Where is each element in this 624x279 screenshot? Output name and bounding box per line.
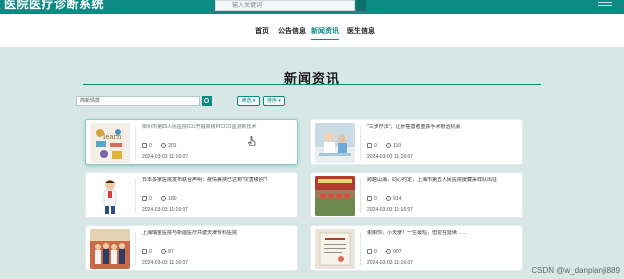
news-card[interactable]: learn 柳州市第四人民医院ICU开展高级PICCO监测新技术 0 201 2… [85, 119, 298, 165]
news-stats: 0 907 [367, 249, 402, 255]
news-date: 2024-03-03 11:16:07 [367, 260, 414, 266]
view-icon [386, 143, 392, 148]
news-thumbnail [90, 176, 130, 216]
nav-item-notices[interactable]: 公告信息 [278, 28, 306, 36]
news-date: 2024-03-03 11:16:07 [142, 154, 189, 160]
nav-item-home[interactable]: 首页 [255, 28, 269, 36]
header-search-button[interactable] [356, 0, 366, 11]
sort-button[interactable]: 排序 ▾ [263, 96, 285, 106]
news-title[interactable]: 上海瑞金医院与新疆医疗共建天津专科医院 [142, 230, 294, 237]
search-button[interactable] [202, 96, 212, 106]
nav-item-doctors[interactable]: 医生信息 [347, 28, 375, 36]
news-title[interactable]: 谢谢你，小天使！一生最短，但爱在延续…… [367, 230, 519, 237]
like-icon [367, 143, 372, 148]
site-brand[interactable]: 医院医疗诊断系统 [4, 0, 104, 11]
news-title[interactable]: 日本多家医院发布联合声明：疫情裹挟已达到"灾害级别"！ [142, 177, 294, 184]
view-icon [161, 196, 167, 201]
news-stats: 0 201 [142, 143, 177, 149]
news-card[interactable]: 谢谢你，小天使！一生最短，但爱在延续…… 0 907 2024-03-03 11… [310, 225, 523, 271]
news-search-input[interactable]: 简新情款 [76, 96, 200, 106]
news-title[interactable]: 跨越山海，同心约定，上海市第五人民医院援藏采样队出征 [367, 177, 519, 184]
news-thumbnail [315, 123, 355, 163]
like-icon [367, 196, 372, 201]
news-stats: 0 180 [142, 196, 177, 202]
menu-icon[interactable] [598, 2, 612, 10]
news-stats: 0 87 [142, 249, 174, 255]
header-search-input[interactable]: 输入关键词 [215, 0, 355, 11]
news-stats: 0 614 [367, 196, 402, 202]
like-icon [142, 196, 147, 201]
hand-cursor-icon [248, 136, 256, 146]
news-date: 2024-03-03 11:16:07 [367, 207, 414, 213]
search-icon [204, 98, 209, 103]
filter-button[interactable]: 筛选 ▾ [237, 96, 260, 106]
view-icon [386, 249, 392, 254]
like-icon [142, 249, 147, 254]
like-icon [367, 249, 372, 254]
svg-text:learn: learn [103, 133, 122, 141]
news-card[interactable]: 日本多家医院发布联合声明：疫情裹挟已达到"灾害级别"！ 0 180 2024-0… [85, 172, 298, 218]
view-icon [161, 249, 167, 254]
news-stats: 0 110 [367, 143, 401, 149]
news-thumbnail [315, 229, 355, 269]
top-header: 医院医疗诊断系统 输入关键词 [0, 0, 624, 14]
view-icon [161, 143, 167, 148]
news-card[interactable]: "三步疗法"，让肝癌患者重获手术根治机会 0 110 2024-03-03 11… [310, 119, 523, 165]
view-icon [386, 196, 392, 201]
watermark: CSDN @w_danpianji889 [531, 266, 620, 275]
news-date: 2024-03-03 11:16:07 [142, 207, 189, 213]
title-divider [83, 84, 541, 85]
news-title[interactable]: "三步疗法"，让肝癌患者重获手术根治机会 [367, 124, 519, 131]
main-nav: 首页 公告信息 新闻资讯 医生信息 [0, 14, 624, 47]
news-card[interactable]: 跨越山海，同心约定，上海市第五人民医院援藏采样队出征 0 614 2024-03… [310, 172, 523, 218]
news-card[interactable]: 上海瑞金医院与新疆医疗共建天津专科医院 0 87 2024-03-03 11:1… [85, 225, 298, 271]
news-thumbnail: learn [90, 123, 130, 163]
news-thumbnail [315, 176, 355, 216]
news-date: 2024-03-03 11:16:07 [367, 154, 414, 160]
news-thumbnail [90, 229, 130, 269]
news-title[interactable]: 柳州市第四人民医院ICU开展高级PICCO监测新技术 [142, 124, 294, 131]
like-icon [142, 143, 147, 148]
news-date: 2024-03-03 11:16:07 [142, 260, 189, 266]
nav-item-news[interactable]: 新闻资讯 [311, 28, 339, 40]
